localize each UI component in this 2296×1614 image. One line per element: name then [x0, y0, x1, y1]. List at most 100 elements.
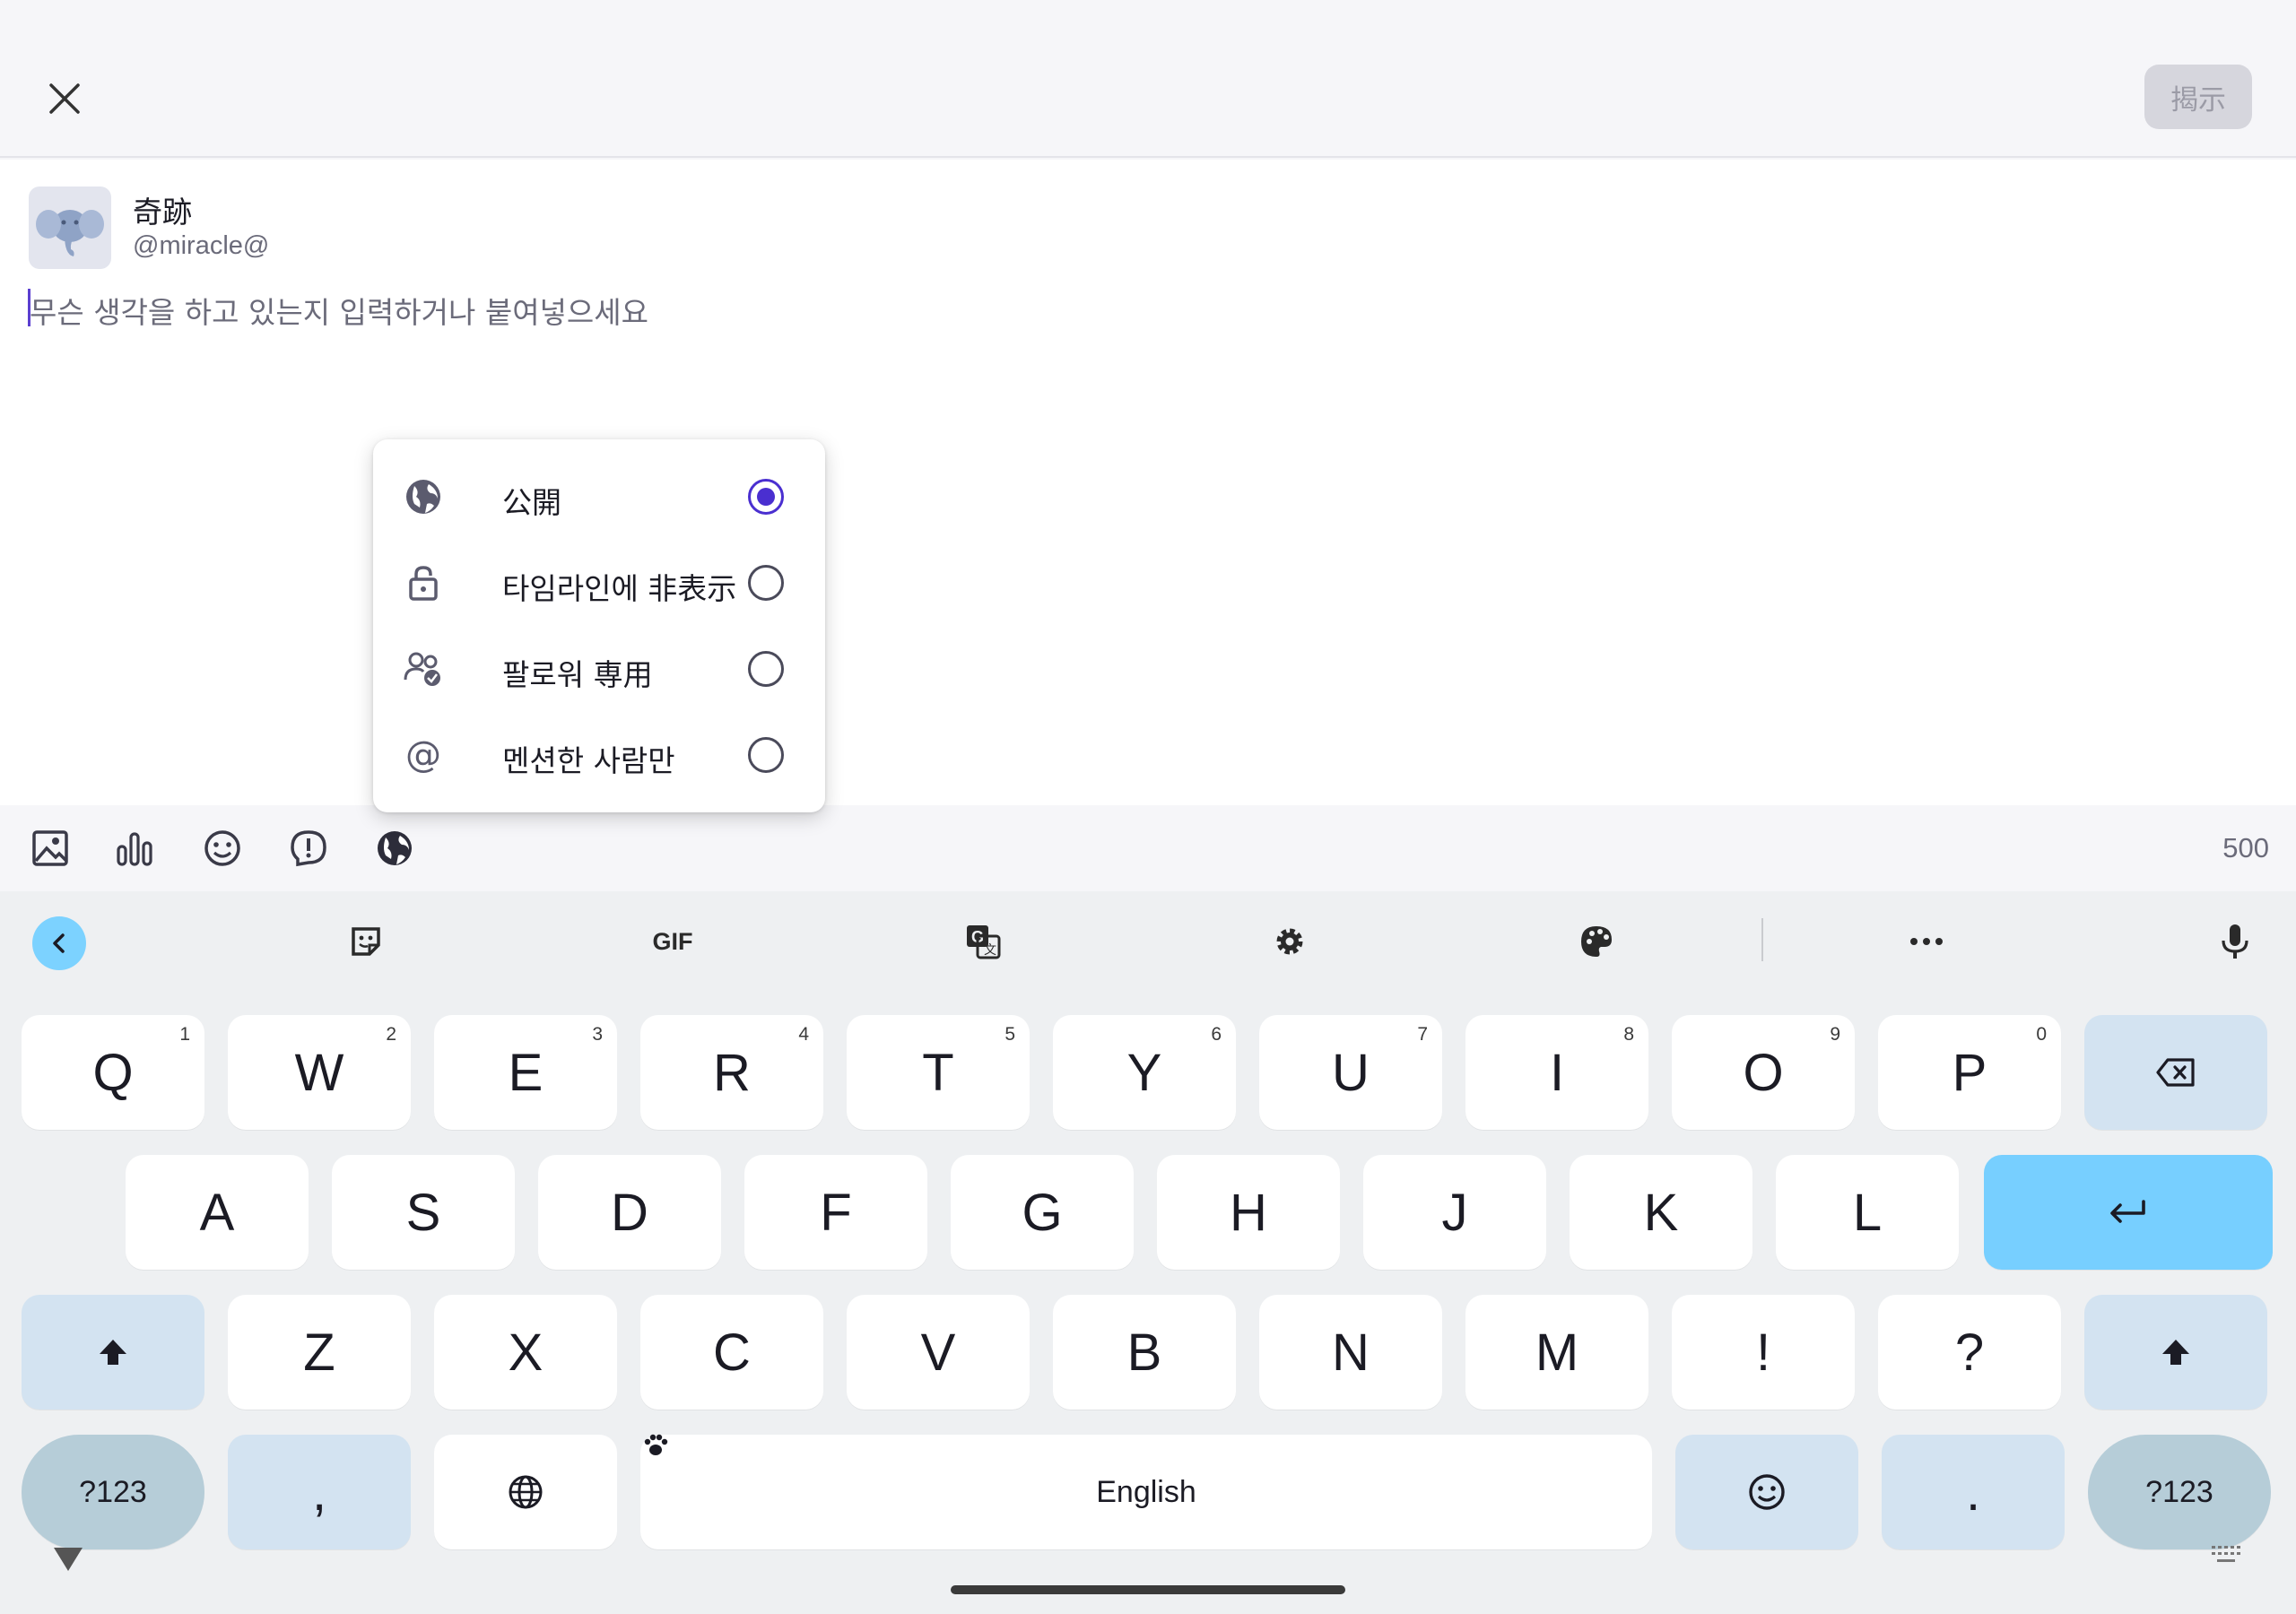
key-w[interactable]: W2 [228, 1015, 411, 1130]
period-key[interactable]: . [1882, 1435, 2065, 1549]
at-icon: @ [405, 735, 441, 775]
language-key[interactable] [434, 1435, 617, 1549]
key-u[interactable]: U7 [1259, 1015, 1442, 1130]
key-f[interactable]: F [744, 1155, 927, 1270]
key-g[interactable]: G [951, 1155, 1134, 1270]
globe-language-icon [509, 1475, 543, 1509]
on-screen-keyboard: GIF G文 Q1W2E3R4T5Y6U7I8O9P0ASDFGHJKLZXCV… [0, 891, 2296, 1614]
gif-button[interactable]: GIF [637, 915, 709, 968]
visibility-option-label: 公開 [502, 485, 561, 520]
key-number-hint: 5 [1004, 1024, 1015, 1045]
visibility-option-label: 팔로워 専用 [502, 657, 653, 692]
key-x[interactable]: X [434, 1295, 617, 1410]
key-z[interactable]: Z [228, 1295, 411, 1410]
key-number-hint: 0 [2036, 1024, 2047, 1045]
app-bar: 揭示 [0, 0, 2296, 158]
keyboard-switch-icon[interactable] [2210, 1544, 2242, 1566]
shift-key-left[interactable] [22, 1295, 204, 1410]
visibility-option-label: 타임라인에 非表示 [502, 571, 737, 606]
key-d[interactable]: D [538, 1155, 721, 1270]
emoji-key-icon [1749, 1474, 1785, 1510]
key-number-hint: 9 [1830, 1024, 1840, 1045]
key-r[interactable]: R4 [640, 1015, 823, 1130]
key-i[interactable]: I8 [1465, 1015, 1648, 1130]
radio-unselected[interactable] [748, 565, 784, 601]
more-icon [1910, 938, 1943, 945]
key-y[interactable]: Y6 [1053, 1015, 1236, 1130]
emoji-key[interactable] [1675, 1435, 1858, 1549]
backspace-key[interactable] [2084, 1015, 2267, 1130]
key-k[interactable]: K [1570, 1155, 1752, 1270]
theme-button[interactable] [1570, 915, 1623, 968]
username: @miracle@ [133, 231, 270, 260]
unlock-icon [409, 566, 438, 601]
key-e[interactable]: E3 [434, 1015, 617, 1130]
radio-unselected[interactable] [748, 651, 784, 687]
elephant-avatar-icon [36, 210, 104, 256]
key-h[interactable]: H [1157, 1155, 1340, 1270]
keyboard-back-button[interactable] [32, 916, 86, 970]
content-warning-icon[interactable] [289, 829, 328, 868]
space-key[interactable]: English [640, 1434, 1652, 1549]
key-number-hint: 7 [1417, 1024, 1428, 1045]
key-o[interactable]: O9 [1672, 1015, 1855, 1130]
key-b[interactable]: B [1053, 1295, 1236, 1410]
visibility-option-unlisted[interactable]: 타임라인에 非表示 [373, 540, 825, 626]
key-t[interactable]: T5 [847, 1015, 1030, 1130]
visibility-option-public[interactable]: 公開 [373, 454, 825, 540]
key-c[interactable]: C [640, 1295, 823, 1410]
emoji-icon[interactable] [203, 829, 242, 868]
key-label: Y [1126, 1043, 1162, 1102]
visibility-option-label: 멘션한 사람만 [502, 743, 675, 778]
key-label: O [1743, 1043, 1784, 1102]
symbols-key-left[interactable]: ?123 [22, 1435, 204, 1549]
palette-icon [1581, 926, 1612, 957]
post-button[interactable]: 揭示 [2144, 65, 2252, 129]
key-exclamation[interactable]: ! [1672, 1295, 1855, 1410]
enter-key[interactable] [1984, 1155, 2273, 1270]
close-button[interactable] [36, 70, 93, 127]
followers-icon [404, 652, 440, 686]
key-m[interactable]: M [1465, 1295, 1648, 1410]
radio-selected[interactable] [748, 479, 784, 515]
key-number-hint: 6 [1211, 1024, 1222, 1045]
key-label: P [1952, 1043, 1987, 1102]
key-l[interactable]: L [1776, 1155, 1959, 1270]
compose-placeholder[interactable]: 무슨 생각을 하고 있는지 입력하거나 붙여넣으세요 [30, 289, 648, 332]
key-label: T [922, 1043, 954, 1102]
translate-button[interactable]: G文 [956, 915, 1010, 968]
symbols-key-right[interactable]: ?123 [2088, 1435, 2271, 1549]
visibility-option-direct[interactable]: @ 멘션한 사람만 [373, 712, 825, 798]
image-icon[interactable] [30, 829, 70, 868]
compose-area[interactable]: 奇跡 @miracle@ 무슨 생각을 하고 있는지 입력하거나 붙여넣으세요 [0, 160, 2296, 805]
settings-button[interactable] [1263, 915, 1317, 968]
voice-input-button[interactable] [2208, 915, 2262, 968]
key-number-hint: 4 [798, 1024, 809, 1045]
poll-icon[interactable] [115, 829, 154, 868]
key-n[interactable]: N [1259, 1295, 1442, 1410]
key-label: W [294, 1043, 344, 1102]
comma-key[interactable]: , [228, 1435, 411, 1549]
key-a[interactable]: A [126, 1155, 309, 1270]
avatar[interactable] [29, 187, 111, 269]
more-button[interactable] [1900, 915, 1953, 968]
hide-keyboard-icon[interactable] [52, 1546, 84, 1573]
key-number-hint: 1 [179, 1024, 190, 1045]
navigation-handle[interactable] [951, 1585, 1345, 1594]
toolbar-divider [1761, 918, 1763, 961]
key-q[interactable]: Q1 [22, 1015, 204, 1130]
key-s[interactable]: S [332, 1155, 515, 1270]
paw-icon [642, 1431, 669, 1466]
sticker-button[interactable] [339, 915, 393, 968]
key-question[interactable]: ? [1878, 1295, 2061, 1410]
shift-icon [100, 1340, 126, 1365]
radio-unselected[interactable] [748, 737, 784, 773]
key-v[interactable]: V [847, 1295, 1030, 1410]
sticker-icon [352, 927, 380, 956]
translate-icon: G文 [967, 925, 1001, 959]
visibility-globe-icon[interactable] [375, 829, 414, 868]
visibility-option-followers[interactable]: 팔로워 専用 [373, 626, 825, 712]
key-j[interactable]: J [1363, 1155, 1546, 1270]
shift-key-right[interactable] [2084, 1295, 2267, 1410]
key-p[interactable]: P0 [1878, 1015, 2061, 1130]
